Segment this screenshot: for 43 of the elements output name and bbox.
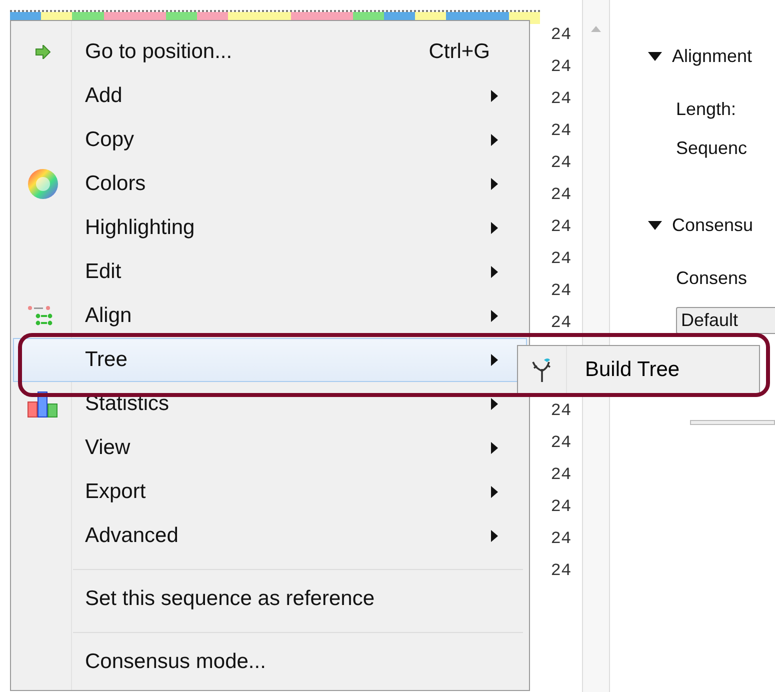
row-number: 24 [550,313,572,335]
row-number: 24 [550,561,572,583]
row-number: 24 [550,465,572,487]
menu-item[interactable]: Set this sequence as reference [13,577,527,621]
section-title: Consensu [672,215,754,236]
menu-item[interactable]: Go to position... Ctrl+G [13,30,527,74]
row-number: 24 [550,25,572,47]
row-number: 24 [550,217,572,239]
menu-item[interactable]: Statistics [13,382,527,426]
menu-item[interactable]: Colors [13,162,527,206]
field-label: Sequenc [676,138,748,159]
row-number: 24 [550,121,572,143]
row-number: 24 [550,185,572,207]
menu-item[interactable]: Add [13,74,527,118]
menu-item[interactable]: Advanced [13,514,527,558]
collapse-triangle-icon[interactable] [648,221,662,230]
field-label: Consens [676,268,748,289]
row-number: 24 [550,529,572,551]
row-number: 24 [550,89,572,111]
menu-item[interactable]: Align [13,294,527,338]
menu-item[interactable]: Export [13,470,527,514]
menu-item[interactable]: Copy [13,118,527,162]
menu-item[interactable]: Edit [13,250,527,294]
menu-item[interactable]: View [13,426,527,470]
row-number: 24 [550,153,572,175]
color-wheel-icon [27,168,59,200]
menu-item[interactable]: Highlighting [13,206,527,250]
bar-chart-icon [27,390,59,418]
slider-track[interactable] [690,420,775,425]
menu-item[interactable]: Consensus mode... [13,640,527,684]
menu-item[interactable]: Build Tree [581,356,684,384]
row-number: 24 [550,249,572,271]
mode-dropdown[interactable]: Default [676,307,775,334]
row-number: 24 [550,401,572,423]
collapse-triangle-icon[interactable] [648,52,662,61]
menu-item[interactable]: Tree [13,338,527,382]
row-number: 24 [550,281,572,303]
row-number: 24 [550,497,572,519]
field-label: Length: [676,99,736,120]
arrow-icon [35,45,51,59]
row-number: 24 [550,57,572,79]
row-number: 24 [550,433,572,455]
section-title: Alignment [672,46,752,67]
